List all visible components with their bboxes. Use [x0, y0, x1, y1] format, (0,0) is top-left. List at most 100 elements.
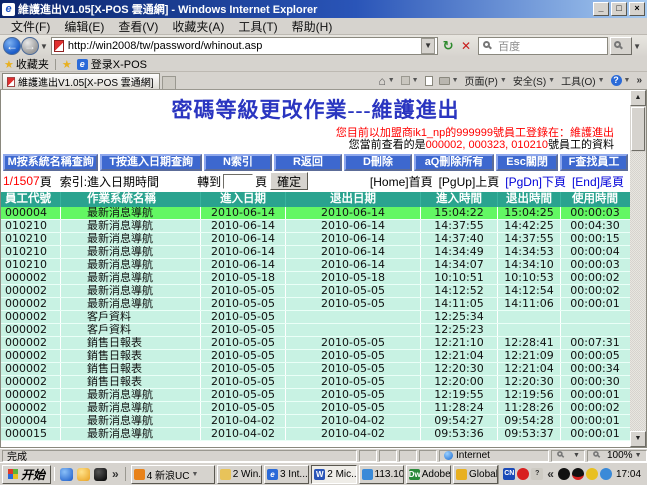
menu-edit[interactable]: 编辑(E) — [57, 18, 111, 35]
table-row[interactable]: 010210最新消息導航2010-06-142010-06-1414:37:55… — [1, 220, 630, 233]
scrollbar-thumb[interactable] — [631, 107, 645, 151]
table-row[interactable]: 000004最新消息導航2010-06-142010-06-1415:04:22… — [1, 207, 630, 220]
favorites-label[interactable]: 收藏夹 — [16, 56, 49, 72]
new-tab-button[interactable] — [162, 76, 176, 89]
table-row[interactable]: 000002銷售日報表2010-05-052010-05-0512:21:041… — [1, 350, 630, 363]
table-row[interactable]: 000002銷售日報表2010-05-052010-05-0512:21:101… — [1, 337, 630, 350]
menu-view[interactable]: 查看(V) — [111, 18, 165, 35]
table-row[interactable]: 000002銷售日報表2010-05-052010-05-0512:20:001… — [1, 376, 630, 389]
favorite-link[interactable]: 登录X-POS — [91, 56, 147, 72]
tray-help-icon[interactable]: ? — [531, 468, 543, 480]
address-bar[interactable]: http://win2008/tw/password/whinout.asp ▼ — [51, 37, 438, 55]
add-favorite-icon[interactable]: ★ — [62, 58, 72, 71]
scrollbar-track[interactable] — [630, 152, 646, 431]
quick-launch-uc-icon[interactable] — [77, 468, 90, 481]
taskbar-button-internet[interactable]: e 3 Int...▼ — [264, 465, 309, 484]
start-button[interactable]: 开始 — [2, 465, 51, 484]
query-by-system-name-button[interactable]: M按系統名稱查詢 — [3, 154, 98, 171]
scroll-up-icon[interactable]: ▲ — [630, 90, 646, 106]
table-cell: 最新消息導航 — [61, 246, 201, 258]
tray-collapse-chevron[interactable]: « — [547, 467, 554, 481]
next-page-link[interactable]: [PgDn]下頁 — [505, 173, 566, 190]
search-go-button[interactable] — [610, 37, 632, 55]
back-button[interactable]: ← — [3, 37, 21, 55]
search-options-dropdown-icon[interactable]: ▼ — [633, 42, 641, 51]
index-button[interactable]: N索引 — [204, 154, 272, 171]
page-favicon-icon — [54, 40, 64, 52]
tray-qq-icon[interactable] — [558, 468, 570, 480]
tray-red-app-icon[interactable] — [517, 468, 529, 480]
menu-favorites[interactable]: 收藏夹(A) — [165, 18, 231, 35]
maximize-button[interactable]: □ — [611, 2, 627, 16]
menu-help[interactable]: 帮助(H) — [285, 18, 340, 35]
delete-button[interactable]: D刪除 — [344, 154, 412, 171]
search-box[interactable]: 百度 — [478, 37, 608, 55]
table-row[interactable]: 000002最新消息導航2010-05-052010-05-0514:12:52… — [1, 285, 630, 298]
page-title: 密碼等級更改作業---維護進出 — [1, 94, 630, 124]
table-row[interactable]: 010210最新消息導航2010-06-142010-06-1414:34:49… — [1, 246, 630, 259]
address-url[interactable]: http://win2008/tw/password/whinout.asp — [68, 40, 421, 52]
address-dropdown-button[interactable]: ▼ — [421, 38, 435, 54]
quick-launch-ie-icon[interactable] — [60, 468, 73, 481]
table-row[interactable]: 000002客戶資料2010-05-0512:25:34 — [1, 311, 630, 324]
viewing-employee-ids: 000002, 000323, 010210 — [426, 139, 548, 151]
read-mail-button[interactable] — [425, 76, 433, 86]
table-row[interactable]: 000002最新消息導航2010-05-052010-05-0511:28:24… — [1, 402, 630, 415]
print-button[interactable]: ▼ — [439, 77, 459, 85]
minimize-button[interactable]: _ — [593, 2, 609, 16]
home-button[interactable]: ⌂▼ — [378, 74, 394, 88]
taskbar-button-113[interactable]: 113.10... — [359, 465, 404, 484]
page-menu-button[interactable]: 页面(P)▼ — [465, 73, 507, 88]
quick-launch-qq-icon[interactable] — [94, 468, 107, 481]
zoom-control[interactable]: 100%▼ — [587, 450, 647, 462]
last-page-link[interactable]: [End]尾頁 — [572, 173, 624, 190]
active-tab[interactable]: 維護進出V1.05[X-POS 雲通網] — [2, 73, 160, 89]
table-row[interactable]: 000002銷售日報表2010-05-052010-05-0512:20:301… — [1, 363, 630, 376]
table-row[interactable]: 010210最新消息導航2010-06-142010-06-1414:34:07… — [1, 259, 630, 272]
query-by-entry-date-button[interactable]: T按進入日期查詢 — [100, 154, 202, 171]
delete-all-button[interactable]: aQ刪除所有 — [414, 154, 494, 171]
history-dropdown-icon[interactable]: ▼ — [40, 42, 48, 51]
table-row[interactable]: 000002客戶資料2010-05-0512:25:23 — [1, 324, 630, 337]
refresh-button[interactable]: ↻ — [440, 37, 456, 55]
tools-menu-button[interactable]: 工具(O)▼ — [561, 73, 604, 88]
taskbar-button-global[interactable]: Global... — [453, 465, 498, 484]
scroll-down-icon[interactable]: ▼ — [630, 431, 646, 447]
feeds-button[interactable]: ▼ — [401, 76, 419, 85]
menu-tools[interactable]: 工具(T) — [231, 18, 284, 35]
vertical-scrollbar[interactable]: ▲ ▼ — [630, 90, 646, 447]
table-row[interactable]: 000002最新消息導航2010-05-052010-05-0512:19:55… — [1, 389, 630, 402]
input-method-indicator[interactable]: CN — [503, 468, 515, 480]
table-row[interactable]: 000004最新消息導航2010-04-022010-04-0209:54:27… — [1, 415, 630, 428]
goto-page-input[interactable] — [223, 174, 253, 189]
help-button[interactable]: ?▼ — [611, 75, 631, 86]
close-button[interactable]: × — [629, 2, 645, 16]
table-cell: 000015 — [1, 428, 61, 440]
phishing-filter-button[interactable]: ▼ — [551, 450, 585, 462]
home-page-link[interactable]: [Home]首頁 — [370, 173, 433, 190]
table-cell: 2010-06-14 — [201, 233, 286, 245]
table-row[interactable]: 000002最新消息導航2010-05-182010-05-1810:10:51… — [1, 272, 630, 285]
find-employee-button[interactable]: F查找員工 — [560, 154, 628, 171]
tray-star-icon[interactable] — [586, 468, 598, 480]
taskbar-button-adobe[interactable]: Dw Adobe ... — [406, 465, 451, 484]
table-row[interactable]: 000002最新消息導航2010-05-052010-05-0514:11:05… — [1, 298, 630, 311]
taskbar-button-word[interactable]: W 2 Mic...▼ — [311, 465, 356, 484]
quick-launch-overflow-chevron[interactable]: » — [112, 467, 119, 481]
tray-qq2-icon[interactable] — [572, 468, 584, 480]
table-row[interactable]: 010210最新消息導航2010-06-142010-06-1414:37:40… — [1, 233, 630, 246]
prev-page-link[interactable]: [PgUp]上頁 — [439, 173, 500, 190]
return-button[interactable]: R返回 — [274, 154, 342, 171]
taskbar-button-windows[interactable]: 2 Win...▼ — [217, 465, 262, 484]
taskbar-button-sinauc[interactable]: 4 新浪UC▼ — [131, 465, 215, 484]
goto-confirm-button[interactable]: 確定 — [270, 172, 308, 190]
stop-button[interactable]: ✕ — [458, 37, 474, 55]
safety-menu-button[interactable]: 安全(S)▼ — [513, 73, 555, 88]
forward-button[interactable]: → — [21, 37, 39, 55]
menu-file[interactable]: 文件(F) — [4, 18, 57, 35]
command-overflow-chevron[interactable]: » — [636, 75, 642, 86]
esc-close-button[interactable]: Esc關閉 — [496, 154, 558, 171]
table-row[interactable]: 000015最新消息導航2010-04-022010-04-0209:53:36… — [1, 428, 630, 441]
table-cell: 00:00:15 — [561, 233, 629, 245]
tray-network-icon[interactable] — [600, 468, 612, 480]
